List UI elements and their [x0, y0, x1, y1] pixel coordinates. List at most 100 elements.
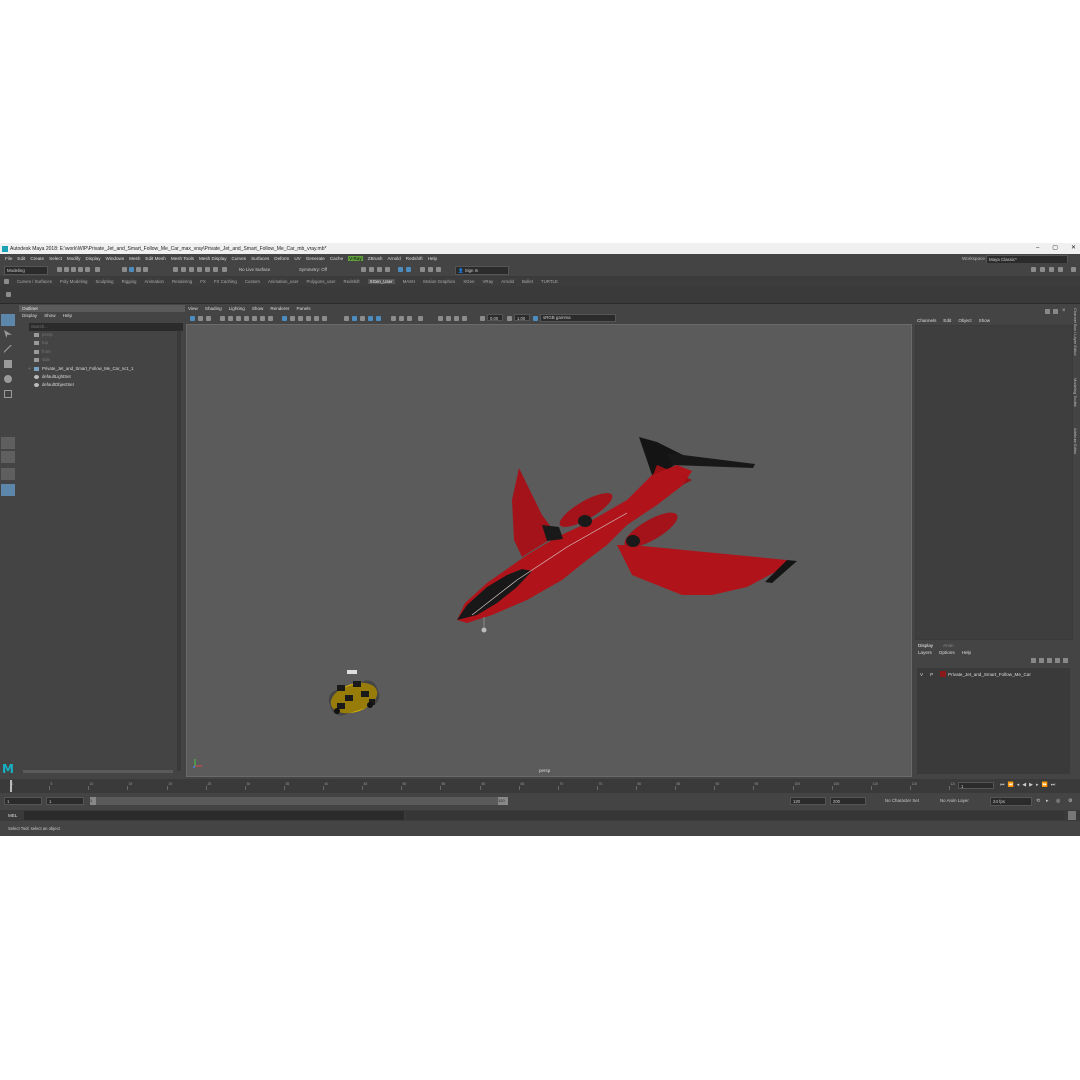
- ipr-render-icon[interactable]: [377, 267, 382, 272]
- tab-display[interactable]: Display: [918, 643, 933, 648]
- close-button[interactable]: ✕: [1071, 243, 1076, 254]
- dof-icon[interactable]: [454, 316, 459, 321]
- outliner-search-input[interactable]: [29, 323, 183, 331]
- shelf-tab-vray[interactable]: VRay: [482, 279, 493, 284]
- outliner-menu-show[interactable]: Show: [44, 313, 56, 318]
- menu-zbrush[interactable]: ZBrush: [368, 256, 383, 261]
- make-live-icon[interactable]: [205, 267, 210, 272]
- tab-anim[interactable]: Anim: [943, 643, 953, 648]
- side-tab-attribute-editor[interactable]: Attribute Editor: [1073, 428, 1078, 454]
- menu-edit[interactable]: Edit: [17, 256, 25, 261]
- outliner-item-front[interactable]: front: [19, 348, 177, 356]
- viewport-menu-shading[interactable]: Shading: [205, 306, 222, 311]
- color-management-icon[interactable]: [438, 316, 443, 321]
- command-input[interactable]: [24, 811, 404, 820]
- outliner-scrollbar[interactable]: [177, 331, 181, 771]
- script-language-toggle[interactable]: MEL: [8, 813, 17, 818]
- outliner-menu-help[interactable]: Help: [63, 313, 72, 318]
- shelf-settings-icon[interactable]: [4, 279, 9, 284]
- shelf-tab-curves-surfaces[interactable]: Curves / Surfaces: [17, 279, 52, 284]
- menu-help[interactable]: Help: [428, 256, 437, 261]
- menu-display[interactable]: Display: [85, 256, 100, 261]
- hypershade-icon[interactable]: [420, 267, 425, 272]
- render-frame-icon[interactable]: [361, 267, 366, 272]
- selection-mask-icon[interactable]: [143, 267, 148, 272]
- channel-box-icon[interactable]: [1045, 309, 1050, 314]
- menu-mesh-display[interactable]: Mesh Display: [199, 256, 227, 261]
- character-set-dropdown[interactable]: No Character Set: [885, 798, 919, 803]
- shelf-tab-motion-graphics[interactable]: Motion Graphics: [423, 279, 455, 284]
- lasso-tool-icon[interactable]: [4, 330, 12, 338]
- fps-dropdown[interactable]: 24 fps: [990, 797, 1032, 806]
- menu-surfaces[interactable]: Surfaces: [251, 256, 269, 261]
- use-all-lights-icon[interactable]: [314, 316, 319, 321]
- move-layer-down-icon[interactable]: [1039, 658, 1044, 663]
- gamma-field[interactable]: 1.00: [514, 314, 530, 321]
- channel-menu-show[interactable]: Show: [979, 318, 991, 323]
- shelf-tab-rigging[interactable]: Rigging: [122, 279, 137, 284]
- layer-visibility-toggle[interactable]: V: [920, 672, 923, 677]
- shelf-menu-icon[interactable]: [6, 292, 11, 297]
- channel-menu-object[interactable]: Object: [958, 318, 971, 323]
- menu-uv[interactable]: UV: [294, 256, 300, 261]
- shelf-tab-animation-user[interactable]: Animation_user: [268, 279, 299, 284]
- live-surface-label[interactable]: No Live Surface: [239, 267, 270, 272]
- rotate-tool-icon[interactable]: [4, 375, 12, 383]
- 3d-viewport[interactable]: persp: [186, 324, 912, 777]
- four-view-layout-icon[interactable]: [1, 451, 15, 463]
- side-tab-modeling-toolkit[interactable]: Modeling Toolkit: [1073, 378, 1078, 407]
- shadows-icon[interactable]: [322, 316, 327, 321]
- time-slider[interactable]: 1 5 10 15 20 25 30 35 40 45 50 55 60 65 70 75 80 85 90 95 10…: [0, 779, 1080, 793]
- exposure-field[interactable]: 0.00: [487, 314, 503, 321]
- snap-point-icon[interactable]: [189, 267, 194, 272]
- outliner-horizontal-scrollbar[interactable]: [23, 770, 173, 773]
- current-time-marker[interactable]: [10, 780, 12, 792]
- auto-key-icon[interactable]: ◎: [1056, 798, 1060, 804]
- wireframe-icon[interactable]: [282, 316, 287, 321]
- menu-set-dropdown[interactable]: Modeling: [4, 266, 48, 275]
- panel-close-icon[interactable]: ×: [1062, 308, 1066, 314]
- camera-attributes-icon[interactable]: [198, 316, 203, 321]
- shelf-tab-bullet[interactable]: Bullet: [522, 279, 533, 284]
- move-tool-icon[interactable]: [4, 360, 12, 368]
- persp-outliner-layout-icon[interactable]: [1, 468, 15, 480]
- shelf-tab-rendering[interactable]: Rendering: [172, 279, 192, 284]
- viewport-menu-show[interactable]: Show: [252, 306, 264, 311]
- minimize-button[interactable]: –: [1036, 243, 1039, 254]
- undo-view-icon[interactable]: [95, 267, 100, 272]
- save-scene-icon[interactable]: [71, 267, 76, 272]
- outliner-item-top[interactable]: top: [19, 339, 177, 347]
- select-object-icon[interactable]: [129, 267, 134, 272]
- smooth-shade-icon[interactable]: [290, 316, 295, 321]
- live-surface-icon[interactable]: [222, 267, 227, 272]
- viewport-menu-panels[interactable]: Panels: [296, 306, 310, 311]
- outliner-item-persp[interactable]: persp: [19, 331, 177, 339]
- outliner-menu-display[interactable]: Display: [22, 313, 37, 318]
- outliner-item-default-object-set[interactable]: defaultObjectSet: [19, 381, 177, 389]
- shelf-tab-redshift[interactable]: Redshift: [344, 279, 360, 284]
- menu-arnold[interactable]: Arnold: [387, 256, 400, 261]
- render-settings-icon[interactable]: [385, 267, 390, 272]
- keyframe-icon[interactable]: ▸: [1046, 798, 1049, 804]
- view-transform-icon[interactable]: [533, 316, 538, 321]
- color-space-dropdown[interactable]: sRGB gamma: [540, 314, 616, 322]
- layer-color-swatch[interactable]: [940, 671, 947, 677]
- menu-redshift[interactable]: Redshift: [406, 256, 423, 261]
- layer-playback-toggle[interactable]: P: [930, 672, 933, 677]
- vray-render-icon[interactable]: [398, 267, 403, 272]
- range-slider-start-handle[interactable]: 1: [90, 797, 96, 805]
- shelf-tab-xgen[interactable]: XGen: [463, 279, 474, 284]
- multisample-aa-icon[interactable]: [360, 316, 365, 321]
- menu-create[interactable]: Create: [30, 256, 44, 261]
- shelf-tab-sculpting[interactable]: Sculpting: [96, 279, 114, 284]
- snap-curve-icon[interactable]: [181, 267, 186, 272]
- resolution-gate-icon[interactable]: [260, 316, 265, 321]
- backface-culling-icon[interactable]: [418, 316, 423, 321]
- menu-deform[interactable]: Deform: [274, 256, 289, 261]
- shelf-tab-fx[interactable]: FX: [200, 279, 206, 284]
- wireframe-on-shaded-icon[interactable]: [298, 316, 303, 321]
- paint-select-tool-icon[interactable]: [4, 345, 12, 353]
- shelf-tab-polygons-user[interactable]: Polygons_user: [306, 279, 335, 284]
- modeling-toolkit-icon[interactable]: [1031, 267, 1036, 272]
- channel-box-icon[interactable]: [1058, 267, 1063, 272]
